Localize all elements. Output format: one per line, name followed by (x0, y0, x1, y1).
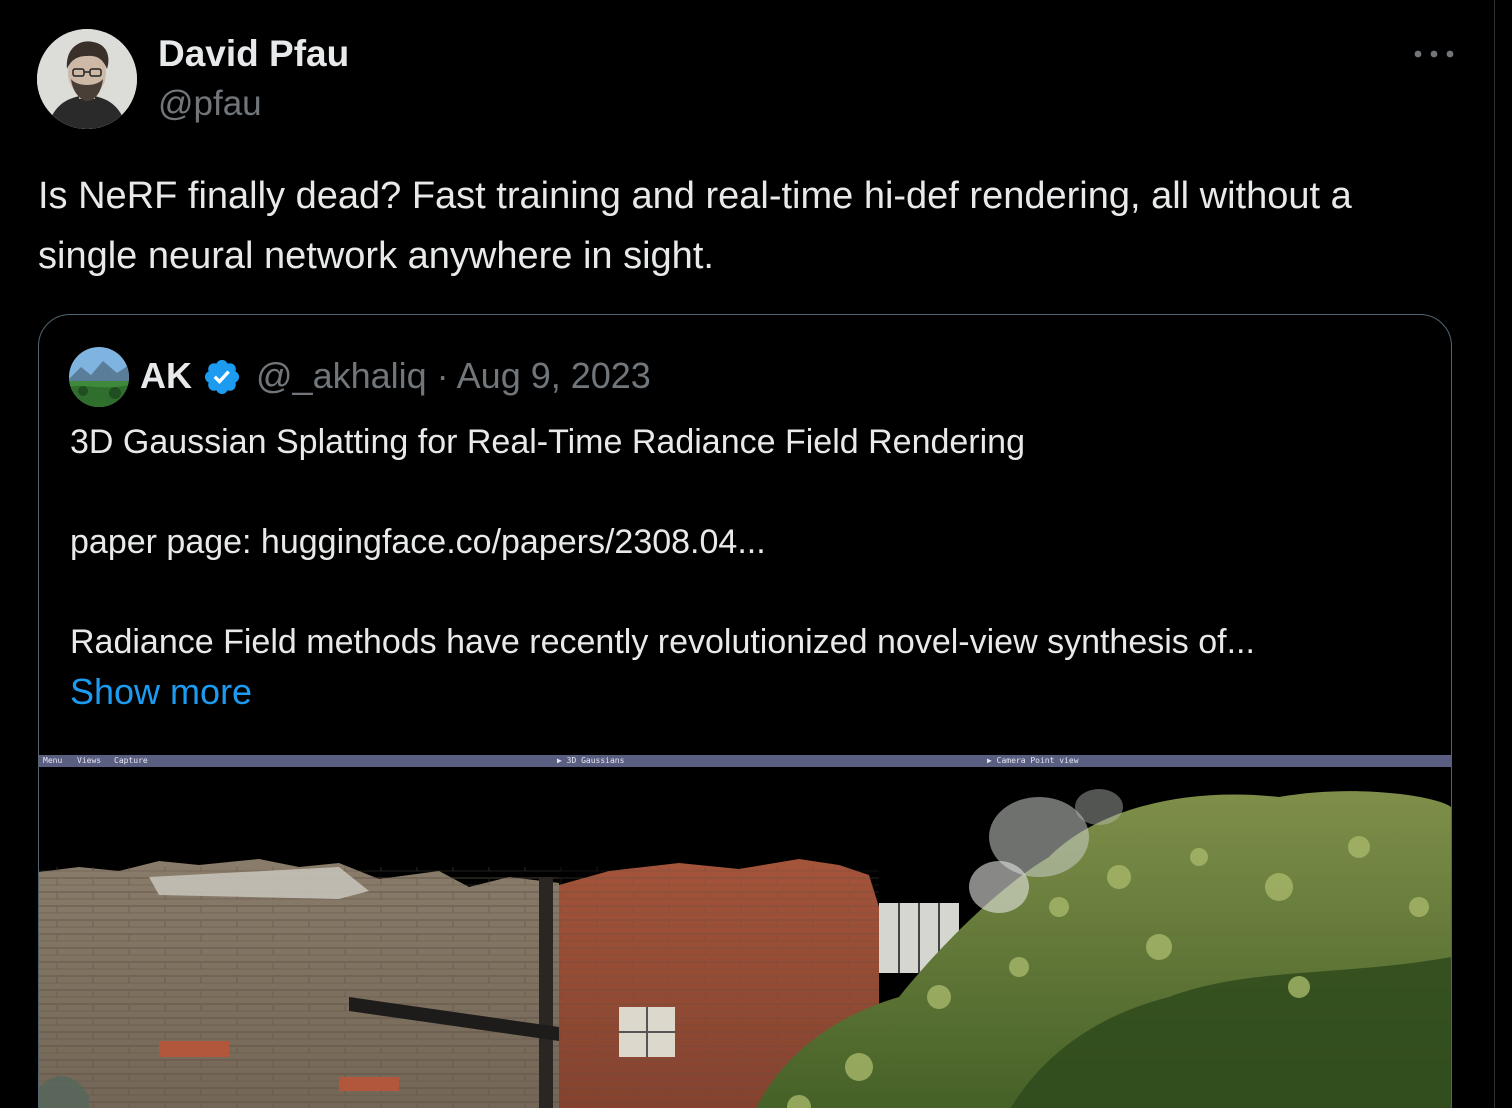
person-avatar-icon (37, 29, 137, 129)
quoted-title: 3D Gaussian Splatting for Real-Time Radi… (70, 423, 1025, 461)
show-more-link[interactable]: Show more (70, 670, 252, 714)
quoted-paper-link[interactable]: paper page: huggingface.co/papers/2308.0… (70, 521, 766, 563)
viewer-menu-capture: Capture (114, 756, 148, 765)
quoted-handle-date[interactable]: @_akhaliq · Aug 9, 2023 (256, 355, 651, 397)
quoted-author-avatar[interactable] (69, 347, 129, 407)
viewer-panel-gaussians: ▶ 3D Gaussians (557, 756, 625, 765)
tweet-text: Is NeRF finally dead? Fast training and … (38, 175, 1352, 277)
author-handle[interactable]: @pfau (158, 83, 262, 125)
viewer-menu-views: Views (77, 756, 102, 765)
more-horizontal-icon (1414, 50, 1454, 58)
viewer-menu-bar (39, 755, 1451, 767)
more-options-button[interactable] (1404, 36, 1464, 72)
quoted-media-video[interactable]: Menu Views Capture ▶ 3D Gaussians ▶ Came… (39, 755, 1451, 1108)
author-name[interactable]: David Pfau (158, 32, 349, 76)
quoted-tweet-card[interactable]: AK @_akhaliq · Aug 9, 2023 3D Gaussian S… (38, 314, 1452, 1108)
landscape-avatar-icon (69, 347, 129, 407)
tweet-page: David Pfau @pfau Is NeRF finally dead? F… (0, 0, 1512, 1108)
author-avatar[interactable] (37, 29, 137, 129)
quoted-author-name[interactable]: AK (140, 355, 192, 397)
gaussian-splat-scene (39, 767, 1451, 1108)
timeline-divider (1494, 0, 1495, 1108)
viewer-panel-camera: ▶ Camera Point view (987, 756, 1079, 765)
viewer-menu-menu: Menu (43, 756, 63, 765)
verified-badge-icon (204, 359, 240, 395)
quoted-abstract: Radiance Field methods have recently rev… (70, 623, 1255, 661)
